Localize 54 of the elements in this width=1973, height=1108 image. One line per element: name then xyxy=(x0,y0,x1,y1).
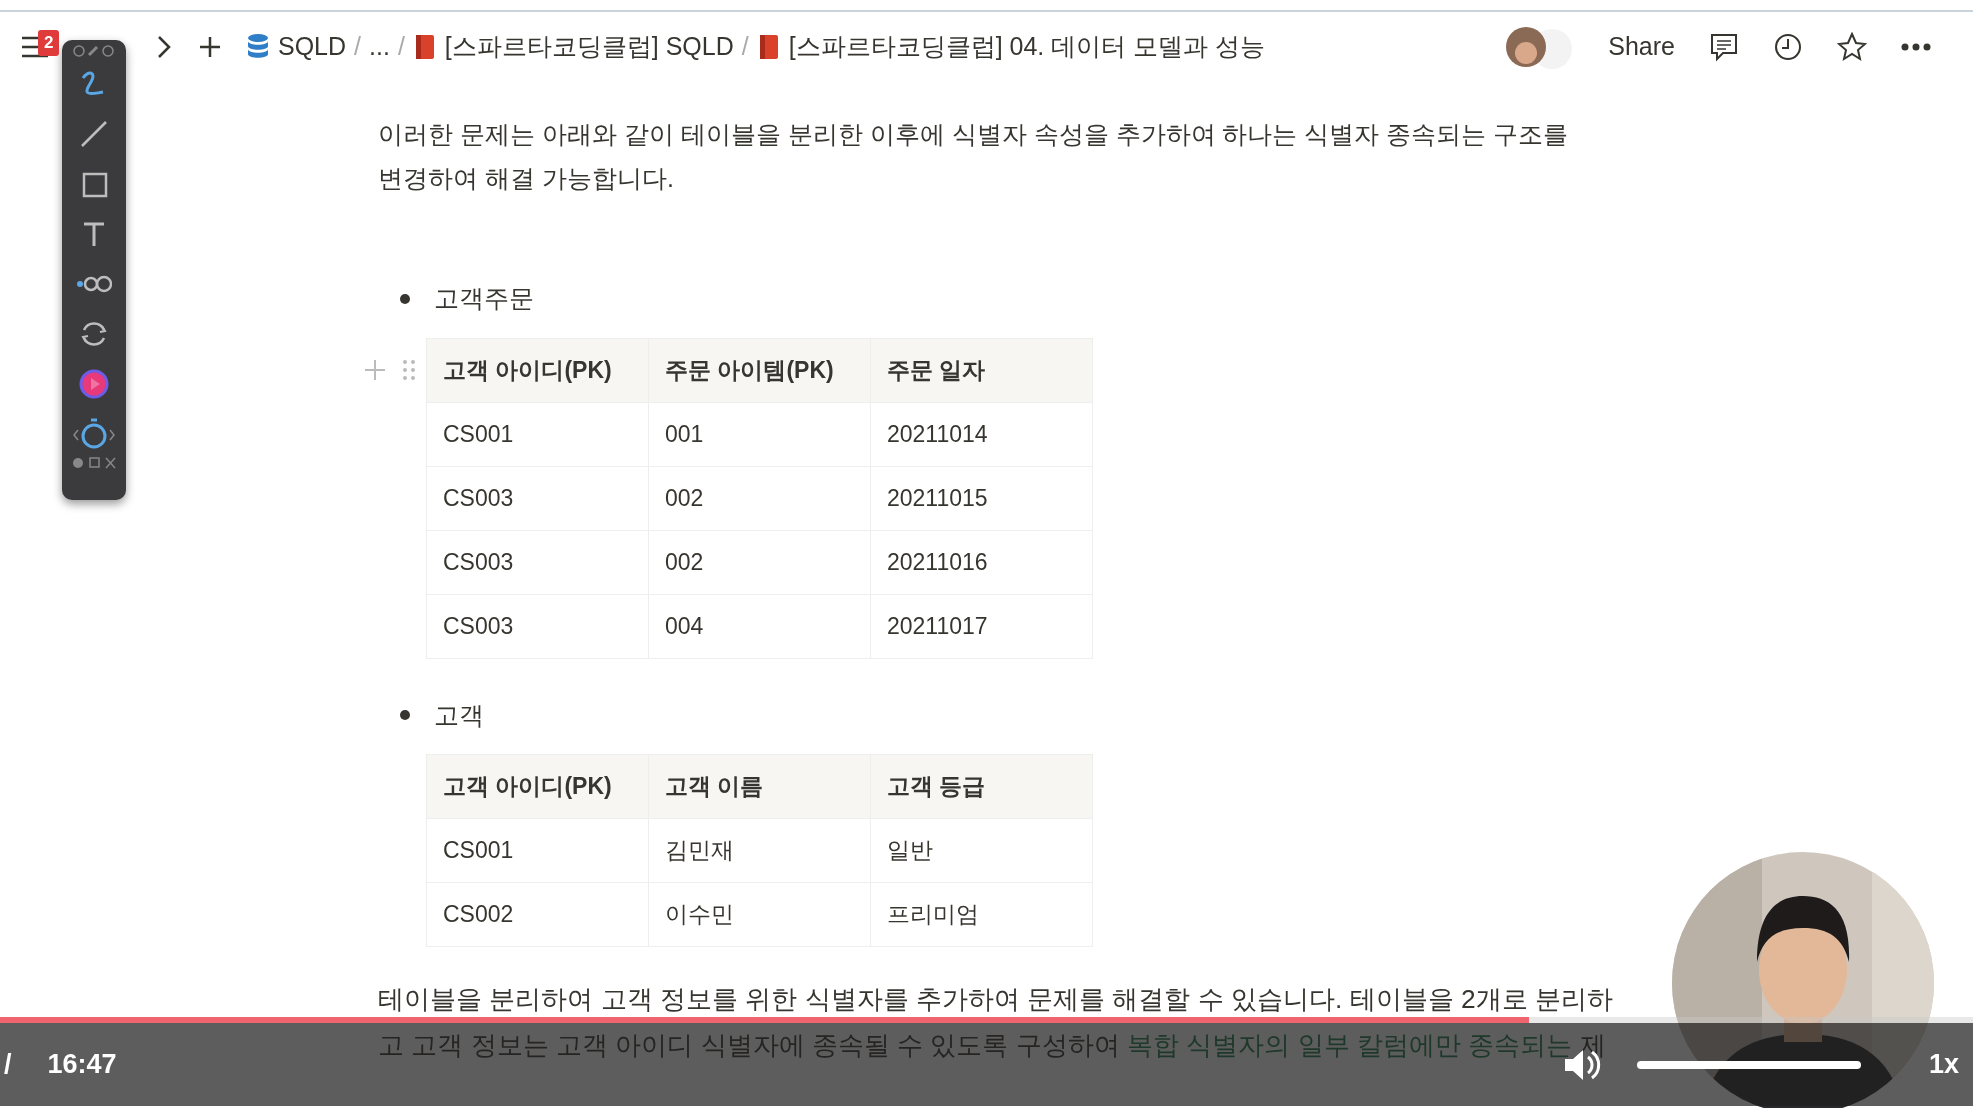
table-cell: CS001 xyxy=(426,402,649,466)
breadcrumb-separator: / xyxy=(354,31,362,63)
table-cell: 002 xyxy=(648,466,871,530)
table-cell: CS003 xyxy=(426,530,649,594)
table-cell: CS002 xyxy=(426,882,649,947)
breadcrumb-link[interactable]: [스파르타코딩클럽] 04. 데이터 모델과 성능 xyxy=(788,28,1266,66)
time-separator: / xyxy=(4,1048,12,1082)
table-cell: CS003 xyxy=(426,594,649,658)
paragraph: 이러한 문제는 아래와 같이 테이블을 분리한 이후에 식별자 속성을 추가하여 하나는 식별자 종속되는 구조를 변경하여 해결 가능합니다. xyxy=(378,119,1570,194)
table-cell: 20211016 xyxy=(870,530,1093,594)
column-header: 고객 아이디(PK) xyxy=(426,754,649,819)
table-cell: 001 xyxy=(648,402,871,466)
progress-track[interactable] xyxy=(0,1017,1973,1023)
table-cell: 20211014 xyxy=(870,402,1093,466)
column-header: 주문 일자 xyxy=(870,338,1093,402)
current-time: 16:47 xyxy=(47,1048,117,1082)
table-cell: CS003 xyxy=(426,466,649,530)
breadcrumb-link[interactable]: SQLD xyxy=(278,28,347,66)
clock-icon[interactable] xyxy=(1773,32,1803,62)
table-cell: CS001 xyxy=(426,818,649,883)
column-header: 고객 아이디(PK) xyxy=(426,338,649,402)
bullet-text: 고객 xyxy=(434,699,484,731)
table-cell: 프리미엄 xyxy=(870,882,1093,947)
breadcrumb-separator: / xyxy=(741,31,749,63)
star-icon[interactable] xyxy=(1837,32,1867,62)
column-header: 주문 아이템(PK) xyxy=(648,338,871,402)
table-cell: 002 xyxy=(648,530,871,594)
share-button[interactable]: Share xyxy=(1608,28,1675,66)
table-cell: 이수민 xyxy=(648,882,871,947)
speed-button[interactable]: 1x xyxy=(1928,1044,1959,1085)
bullet-text: 고객주문 xyxy=(434,283,534,314)
column-header: 고객 이름 xyxy=(648,754,871,819)
more-icon[interactable] xyxy=(1901,43,1931,51)
comment-icon[interactable] xyxy=(1709,32,1739,62)
table-cell: 20211017 xyxy=(870,594,1093,658)
database-icon xyxy=(246,33,270,61)
table-cell: 일반 xyxy=(870,818,1093,883)
volume-slider[interactable] xyxy=(1636,1060,1861,1069)
breadcrumb-separator: / xyxy=(397,31,405,63)
plus-icon[interactable] xyxy=(198,35,222,59)
table-cell: 004 xyxy=(648,594,871,658)
bullet-icon xyxy=(400,293,410,304)
toolbar-controls-icon[interactable] xyxy=(72,44,116,58)
column-header: 고객 등급 xyxy=(870,754,1093,819)
breadcrumb-link[interactable]: ... xyxy=(369,28,390,66)
drag-handle-icon[interactable] xyxy=(402,358,416,381)
table-cell: 20211015 xyxy=(870,466,1093,530)
breadcrumb-link[interactable]: [스파르타코딩클럽] SQLD xyxy=(444,28,734,66)
text-line: 테이블을 분리하여 고객 정보를 위한 식별자를 추가하여 문제를 해결할 수 있습니다. 테이블을 2개로 분리하 xyxy=(378,983,1613,1015)
table-cell: 김민재 xyxy=(648,818,871,883)
text-line: 고 고객 정보는 고객 아이디 식별자에 종속될 수 있도록 구성하여 복합 식별자의 일부 칼럼에만 종속되는 제 xyxy=(378,1029,1607,1061)
notification-badge: 2 xyxy=(38,30,60,56)
toolbar-footer-icon[interactable] xyxy=(70,456,118,470)
bullet-icon xyxy=(400,710,410,721)
